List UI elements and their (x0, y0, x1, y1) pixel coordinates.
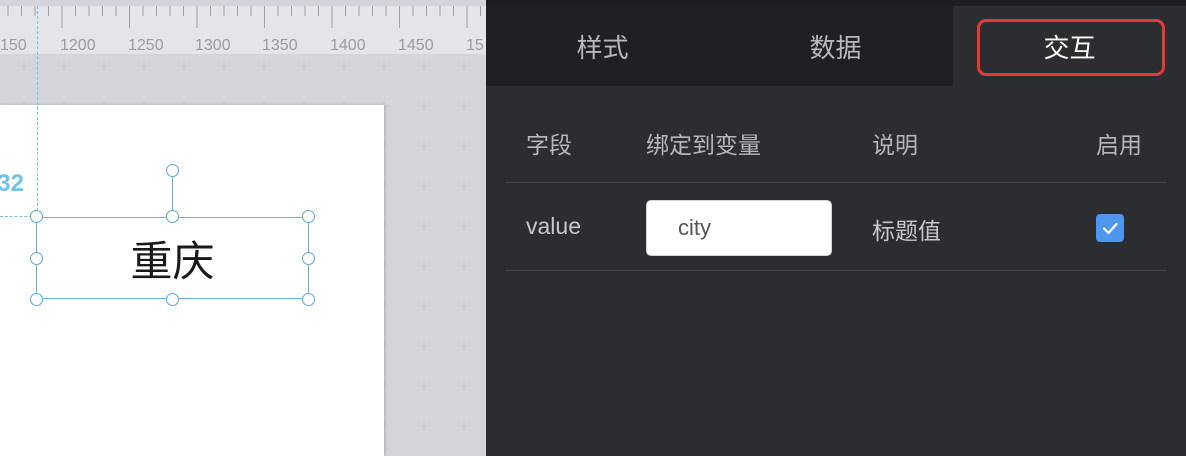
resize-handle-right[interactable] (302, 252, 315, 265)
panel-tabs: 样式 数据 交互 (486, 6, 1186, 86)
tab-data[interactable]: 数据 (719, 6, 952, 86)
resize-handle-bottom-right[interactable] (302, 293, 315, 306)
properties-panel: 样式 数据 交互 字段 绑定到变量 说明 启用 value city 标题值 (486, 6, 1186, 456)
resize-handle-bottom-left[interactable] (30, 293, 43, 306)
design-canvas[interactable]: 150 1200 1250 1300 1350 1400 1450 15 32 … (0, 0, 486, 456)
field-description: 标题值 (872, 219, 941, 245)
table-row: value city 标题值 (506, 183, 1166, 271)
check-icon (1102, 222, 1118, 234)
field-name: value (526, 213, 581, 239)
ruler-label: 1250 (128, 37, 164, 54)
header-variable: 绑定到变量 (646, 133, 761, 159)
table-header: 字段 绑定到变量 说明 启用 (506, 86, 1166, 183)
resize-handle-top-right[interactable] (302, 210, 315, 223)
binding-table: 字段 绑定到变量 说明 启用 value city 标题值 (506, 86, 1166, 271)
ruler-label: 15 (466, 37, 484, 54)
coordinate-readout: 32 (0, 170, 24, 197)
header-field: 字段 (526, 133, 572, 159)
selected-text-element[interactable]: 重庆 (36, 217, 309, 299)
resize-handle-top-left[interactable] (30, 210, 43, 223)
resize-handle-left[interactable] (30, 252, 43, 265)
tab-highlight-box (977, 19, 1165, 76)
text-element-content: 重庆 (130, 236, 215, 286)
guide-line-vertical (37, 6, 38, 216)
enabled-checkbox[interactable] (1096, 214, 1124, 242)
header-enabled: 启用 (1096, 133, 1142, 159)
ruler-label: 1300 (195, 37, 231, 54)
ruler-label: 1350 (262, 37, 298, 54)
variable-input[interactable]: city (646, 200, 832, 256)
resize-handle-bottom[interactable] (166, 293, 179, 306)
ruler-label: 1200 (60, 37, 96, 54)
rotate-handle[interactable] (166, 164, 179, 177)
tab-style[interactable]: 样式 (486, 6, 719, 86)
ruler-label: 1400 (330, 37, 366, 54)
resize-handle-top[interactable] (166, 210, 179, 223)
ruler-label: 1450 (398, 37, 434, 54)
ruler-label: 150 (0, 37, 27, 54)
horizontal-ruler[interactable]: 150 1200 1250 1300 1350 1400 1450 15 (0, 6, 486, 54)
header-description: 说明 (872, 133, 918, 159)
